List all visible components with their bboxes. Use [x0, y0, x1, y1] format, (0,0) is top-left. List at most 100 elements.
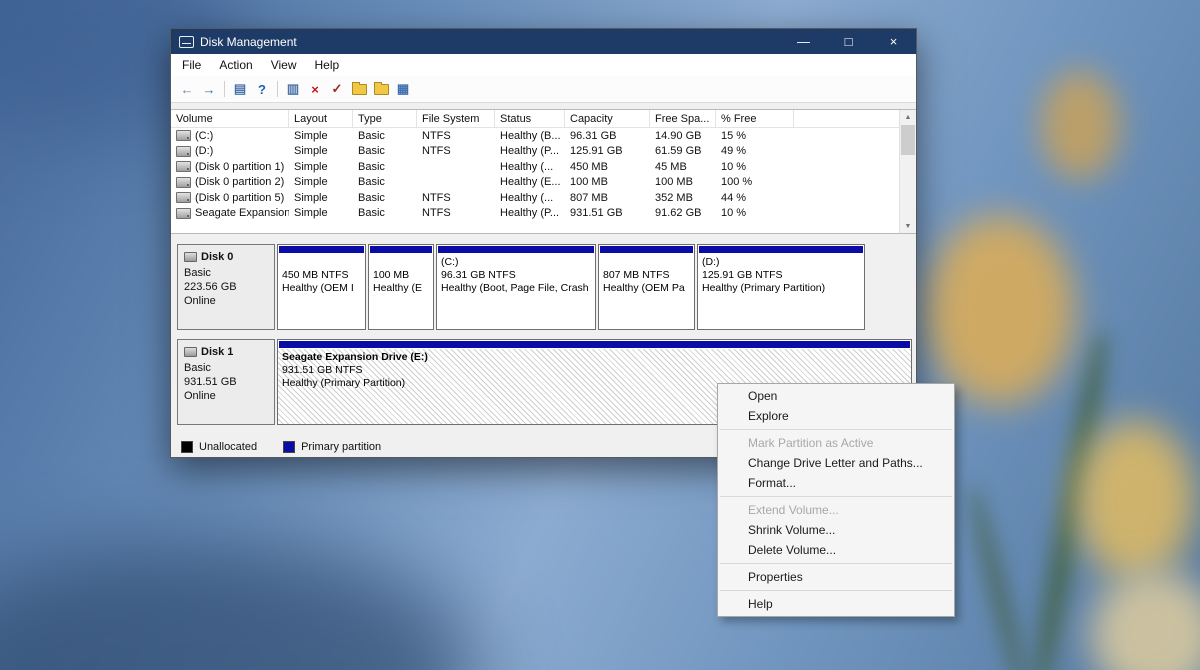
delete-volume-icon[interactable]: × [304, 79, 326, 99]
partition-text-line: 931.51 GB NTFS [282, 364, 907, 377]
cell-status: Healthy (... [495, 192, 565, 204]
context-menu-separator [720, 563, 952, 564]
background-flower [1075, 420, 1195, 580]
partition-450-mb-ntfs[interactable]: 450 MB NTFSHealthy (OEM I [277, 244, 366, 330]
context-menu-separator [720, 496, 952, 497]
disk-info-line: Basic [184, 361, 268, 375]
minimize-button[interactable]: — [781, 29, 826, 54]
app-icon [179, 36, 194, 48]
edit-folder-icon[interactable] [370, 79, 392, 99]
column-header-free-spa[interactable]: Free Spa... [650, 110, 716, 127]
volume-label: (D:) [195, 145, 213, 157]
check-disk-icon[interactable]: ✓ [326, 79, 348, 99]
column-header-file-system[interactable]: File System [417, 110, 495, 127]
partition-807-mb-ntfs[interactable]: 807 MB NTFSHealthy (OEM Pa [598, 244, 695, 330]
cell-free-spa: 61.59 GB [650, 145, 716, 157]
column-header-layout[interactable]: Layout [289, 110, 353, 127]
menu-item-change-drive-letter-and-paths[interactable]: Change Drive Letter and Paths... [718, 453, 954, 473]
volume-icon [176, 192, 191, 203]
menu-file[interactable]: File [173, 55, 210, 75]
forward-icon[interactable]: → [198, 79, 220, 99]
partition-100-mb[interactable]: 100 MBHealthy (E [368, 244, 434, 330]
volume-list-header: VolumeLayoutTypeFile SystemStatusCapacit… [171, 110, 916, 128]
cell-free-spa: 91.62 GB [650, 207, 716, 219]
close-button[interactable]: × [871, 29, 916, 54]
folder-glyph [374, 84, 389, 95]
volume-row-disk-0-partition-1[interactable]: (Disk 0 partition 1)SimpleBasicHealthy (… [171, 159, 916, 175]
cell-layout: Simple [289, 161, 353, 173]
menu-item-properties[interactable]: Properties [718, 567, 954, 587]
cell-type: Basic [353, 161, 417, 173]
volume-row-disk-0-partition-5[interactable]: (Disk 0 partition 5)SimpleBasicNTFSHealt… [171, 190, 916, 206]
cell-volume: (C:) [171, 130, 289, 142]
folder-glyph [352, 84, 367, 95]
partition-body: 450 MB NTFSHealthy (OEM I [278, 254, 365, 329]
column-header-status[interactable]: Status [495, 110, 565, 127]
volume-icon [176, 177, 191, 188]
toolbar-separator [224, 81, 225, 97]
partition-text-line: 96.31 GB NTFS [441, 269, 591, 282]
console-window-icon[interactable]: ▥ [282, 79, 304, 99]
toolbar-separator [277, 81, 278, 97]
disk-panel-disk-1[interactable]: Disk 1Basic931.51 GBOnline [177, 339, 275, 425]
volume-icon [176, 146, 191, 157]
volume-row-d[interactable]: (D:)SimpleBasicNTFSHealthy (P...125.91 G… [171, 144, 916, 160]
help-icon[interactable]: ? [251, 79, 273, 99]
partition-text-line: Healthy (Primary Partition) [702, 282, 860, 295]
partition-body: (D:)125.91 GB NTFSHealthy (Primary Parti… [698, 254, 864, 329]
scroll-up-arrow[interactable] [900, 110, 916, 124]
cell-status: Healthy (E... [495, 176, 565, 188]
partition-text-line: 450 MB NTFS [282, 269, 361, 282]
desktop-background: Disk Management — □ × File Action View H… [0, 0, 1200, 670]
open-folder-icon[interactable] [348, 79, 370, 99]
cell-capacity: 100 MB [565, 176, 650, 188]
cell-volume: Seagate Expansion... [171, 207, 289, 219]
cell-free-spa: 100 MB [650, 176, 716, 188]
disk-panel-disk-0[interactable]: Disk 0Basic223.56 GBOnline [177, 244, 275, 330]
column-header-free[interactable]: % Free [716, 110, 794, 127]
column-header-capacity[interactable]: Capacity [565, 110, 650, 127]
cell-layout: Simple [289, 176, 353, 188]
partition-text-line: 807 MB NTFS [603, 269, 690, 282]
column-header-volume[interactable]: Volume [171, 110, 289, 127]
menu-item-explore[interactable]: Explore [718, 406, 954, 426]
partition-d[interactable]: (D:)125.91 GB NTFSHealthy (Primary Parti… [697, 244, 865, 330]
disk-icon [184, 252, 197, 262]
menu-item-extend-volume: Extend Volume... [718, 500, 954, 520]
partition-text-line: 125.91 GB NTFS [702, 269, 860, 282]
column-header-type[interactable]: Type [353, 110, 417, 127]
maximize-button[interactable]: □ [826, 29, 871, 54]
menu-item-open[interactable]: Open [718, 386, 954, 406]
menu-view[interactable]: View [262, 55, 306, 75]
scrollbar-thumb[interactable] [901, 125, 915, 155]
partition-color-stripe [600, 246, 693, 253]
menu-action[interactable]: Action [210, 55, 261, 75]
disk-info-line: 223.56 GB [184, 280, 268, 294]
cell-status: Healthy (... [495, 161, 565, 173]
console-tree-icon[interactable]: ▤ [229, 79, 251, 99]
menu-item-shrink-volume[interactable]: Shrink Volume... [718, 520, 954, 540]
volume-row-seagate-expansion[interactable]: Seagate Expansion...SimpleBasicNTFSHealt… [171, 206, 916, 222]
menu-item-help[interactable]: Help [718, 594, 954, 614]
partition-c[interactable]: (C:)96.31 GB NTFSHealthy (Boot, Page Fil… [436, 244, 596, 330]
volume-row-c[interactable]: (C:)SimpleBasicNTFSHealthy (B...96.31 GB… [171, 128, 916, 144]
menu-item-format[interactable]: Format... [718, 473, 954, 493]
vertical-scrollbar[interactable] [899, 110, 916, 233]
volume-icon [176, 208, 191, 219]
volume-label: (Disk 0 partition 5) [195, 192, 284, 204]
window-title: Disk Management [200, 35, 297, 49]
partition-color-stripe [699, 246, 863, 253]
disk-name: Disk 0 [184, 250, 268, 264]
back-icon[interactable]: ← [176, 79, 198, 99]
cell-free-spa: 352 MB [650, 192, 716, 204]
cell-file-system: NTFS [417, 207, 495, 219]
grid-icon[interactable]: ▦ [392, 79, 414, 99]
cell-type: Basic [353, 207, 417, 219]
partition-body: (C:)96.31 GB NTFSHealthy (Boot, Page Fil… [437, 254, 595, 329]
volume-row-disk-0-partition-2[interactable]: (Disk 0 partition 2)SimpleBasicHealthy (… [171, 175, 916, 191]
title-bar[interactable]: Disk Management — □ × [171, 29, 916, 54]
menu-item-delete-volume[interactable]: Delete Volume... [718, 540, 954, 560]
menu-help[interactable]: Help [306, 55, 349, 75]
cell-free: 44 % [716, 192, 794, 204]
cell-file-system: NTFS [417, 145, 495, 157]
